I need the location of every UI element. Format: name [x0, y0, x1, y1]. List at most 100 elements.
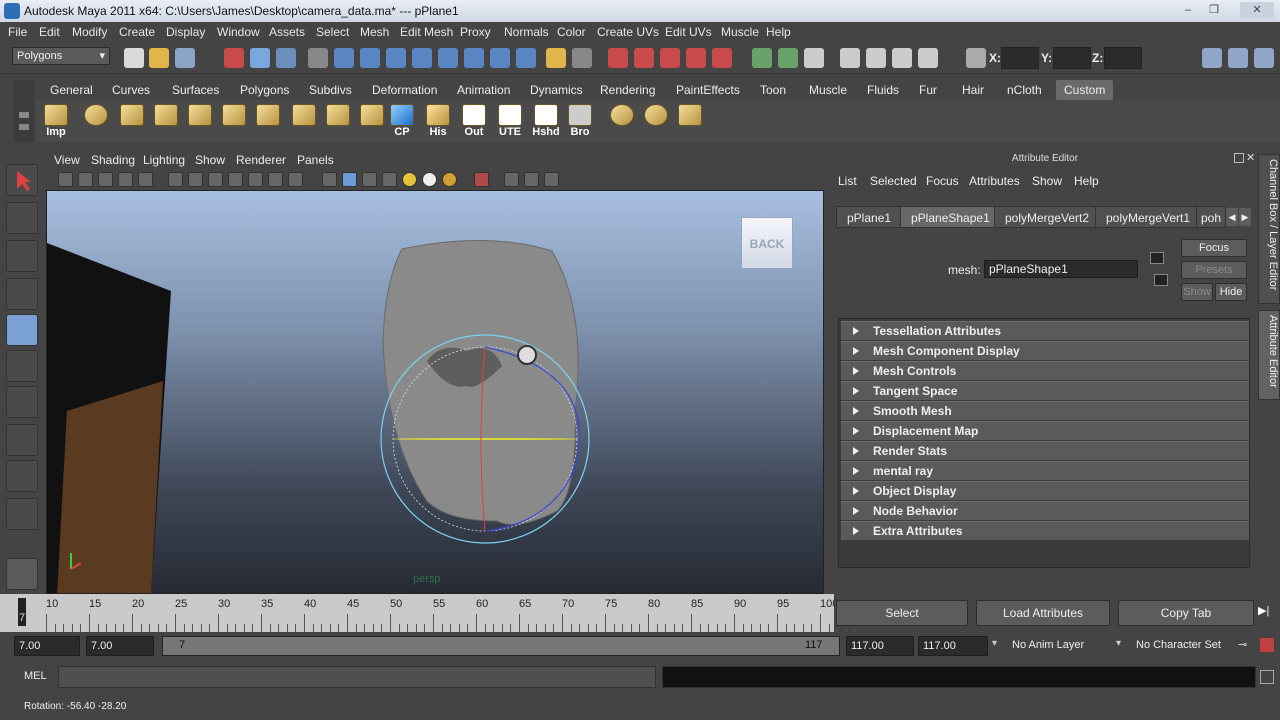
- menu-select[interactable]: Select: [316, 25, 349, 39]
- tab-polygons[interactable]: Polygons: [240, 80, 289, 100]
- toggle-attribute-editor-icon[interactable]: [1202, 48, 1222, 68]
- tab-attribute-editor[interactable]: Attribute Editor: [1258, 310, 1280, 400]
- ae-tab-polymergevert2[interactable]: polyMergeVert2: [994, 206, 1101, 228]
- range-slider[interactable]: 7 117: [162, 636, 840, 656]
- snap-point-icon[interactable]: [660, 48, 680, 68]
- panel-menu-view[interactable]: View: [54, 153, 80, 167]
- show-button[interactable]: Show: [1181, 283, 1213, 301]
- film-gate-icon[interactable]: [188, 172, 203, 187]
- y-input[interactable]: [1053, 47, 1091, 69]
- render-view-icon[interactable]: [840, 48, 860, 68]
- uv-texture-editor-shelf-button[interactable]: UTE: [496, 104, 524, 138]
- ae-select-button[interactable]: Select: [836, 600, 968, 626]
- lasso-tool-icon[interactable]: [6, 202, 38, 234]
- shelf-cube-button[interactable]: [118, 104, 146, 138]
- skip-to-end-icon[interactable]: ▶|: [1258, 604, 1276, 622]
- shelf-options-icon[interactable]: [19, 124, 29, 130]
- transform-field-icon[interactable]: [966, 48, 986, 68]
- shelf-lattice-button[interactable]: [676, 104, 704, 138]
- all-lights-icon[interactable]: [422, 172, 437, 187]
- xray-icon[interactable]: [504, 172, 519, 187]
- shelf-extrude-button[interactable]: [220, 104, 248, 138]
- last-tool-icon[interactable]: [6, 498, 38, 530]
- ae-tab-pplane1[interactable]: pPlane1: [836, 206, 903, 228]
- shelf-menu-icon[interactable]: [19, 112, 29, 118]
- chevron-down-icon[interactable]: ▾: [1116, 638, 1121, 649]
- perspective-viewport[interactable]: BACK persp: [46, 190, 824, 594]
- xray-joints-icon[interactable]: [524, 172, 539, 187]
- tab-channel-box[interactable]: Channel Box / Layer Editor: [1258, 154, 1280, 304]
- anim-layer-dropdown[interactable]: No Anim Layer: [1008, 636, 1112, 656]
- go-to-input-icon[interactable]: [1150, 252, 1164, 264]
- section-extra-attributes[interactable]: Extra Attributes: [841, 521, 1249, 540]
- shelf-cut-faces-button[interactable]: [324, 104, 352, 138]
- shelf-plane-button[interactable]: [186, 104, 214, 138]
- ae-tab-pplaneshape1[interactable]: pPlaneShape1: [900, 206, 1001, 228]
- field-chart-icon[interactable]: [248, 172, 263, 187]
- select-joint-icon[interactable]: [464, 48, 484, 68]
- image-plane-icon[interactable]: [118, 172, 133, 187]
- select-misc-icon[interactable]: [516, 48, 536, 68]
- tab-custom[interactable]: Custom: [1056, 80, 1114, 100]
- wireframe-on-shaded-icon[interactable]: [362, 172, 377, 187]
- textured-icon[interactable]: [382, 172, 397, 187]
- construction-history-icon[interactable]: [804, 48, 824, 68]
- tab-hair[interactable]: Hair: [962, 80, 984, 100]
- playback-start-field[interactable]: 7.00: [86, 636, 154, 656]
- tab-muscle[interactable]: Muscle: [809, 80, 847, 100]
- menu-proxy[interactable]: Proxy: [460, 25, 491, 39]
- select-camera-icon[interactable]: [58, 172, 73, 187]
- menu-create-uvs[interactable]: Create UVs: [597, 25, 659, 39]
- select-uv-icon[interactable]: [412, 48, 432, 68]
- chevron-down-icon[interactable]: ▾: [992, 638, 997, 649]
- new-scene-icon[interactable]: [124, 48, 144, 68]
- panel-menu-lighting[interactable]: Lighting: [143, 153, 185, 167]
- tab-toon[interactable]: Toon: [760, 80, 786, 100]
- ae-tab-polymergevert1[interactable]: polyMergeVert1: [1095, 206, 1202, 228]
- character-set-dropdown[interactable]: No Character Set: [1132, 636, 1236, 656]
- menu-display[interactable]: Display: [166, 25, 205, 39]
- playback-end-field[interactable]: 117.00: [846, 636, 914, 656]
- shelf-edgeloop-button[interactable]: [290, 104, 318, 138]
- tab-fur[interactable]: Fur: [919, 80, 937, 100]
- ae-menu-list[interactable]: List: [838, 174, 857, 188]
- presets-button[interactable]: Presets: [1181, 261, 1247, 279]
- toggle-tool-settings-icon[interactable]: [1228, 48, 1248, 68]
- command-input[interactable]: [58, 666, 656, 688]
- ae-tab-overflow[interactable]: poh: [1196, 206, 1226, 228]
- menu-help[interactable]: Help: [766, 25, 791, 39]
- maximize-icon[interactable]: ❐: [1202, 2, 1226, 18]
- auto-key-icon[interactable]: ⊸: [1238, 638, 1254, 652]
- select-by-component-icon[interactable]: [276, 48, 296, 68]
- snap-grid-icon[interactable]: [608, 48, 628, 68]
- minimize-icon[interactable]: –: [1176, 2, 1200, 18]
- browser-shelf-button[interactable]: Bro: [566, 104, 594, 138]
- section-tessellation-attributes[interactable]: Tessellation Attributes: [841, 321, 1249, 340]
- shadows-icon[interactable]: [442, 172, 457, 187]
- rotate-y-ring[interactable]: [392, 438, 578, 440]
- center-pivot-shelf-button[interactable]: CP: [388, 104, 416, 138]
- panel-menu-show[interactable]: Show: [195, 153, 225, 167]
- focus-button[interactable]: Focus: [1181, 239, 1247, 257]
- ae-menu-show[interactable]: Show: [1032, 174, 1062, 188]
- go-to-output-icon[interactable]: [1154, 274, 1168, 286]
- hypershade-shelf-button[interactable]: Hshd: [532, 104, 560, 138]
- section-mental-ray[interactable]: mental ray: [841, 461, 1249, 480]
- output-operations-icon[interactable]: [778, 48, 798, 68]
- panel-menu-renderer[interactable]: Renderer: [236, 153, 286, 167]
- history-shelf-button[interactable]: His: [424, 104, 452, 138]
- menu-create[interactable]: Create: [119, 25, 155, 39]
- time-slider[interactable]: 7 10 15 20 25 30 35 40 45 50 55 60 65 70 75 80 85 90 95 10…: [0, 594, 856, 632]
- wireframe-icon[interactable]: [322, 172, 337, 187]
- shelf-sphere-button[interactable]: [82, 104, 110, 138]
- shelf-sphere2-button[interactable]: [608, 104, 636, 138]
- z-input[interactable]: [1104, 47, 1142, 69]
- select-handle-icon[interactable]: [438, 48, 458, 68]
- viewcube[interactable]: BACK: [741, 217, 793, 269]
- section-object-display[interactable]: Object Display: [841, 481, 1249, 500]
- toggle-channel-box-icon[interactable]: [1254, 48, 1274, 68]
- menu-mesh[interactable]: Mesh: [360, 25, 389, 39]
- load-attributes-button[interactable]: Load Attributes: [976, 600, 1110, 626]
- grid-icon[interactable]: [168, 172, 183, 187]
- import-shelf-button[interactable]: Imp: [42, 104, 70, 138]
